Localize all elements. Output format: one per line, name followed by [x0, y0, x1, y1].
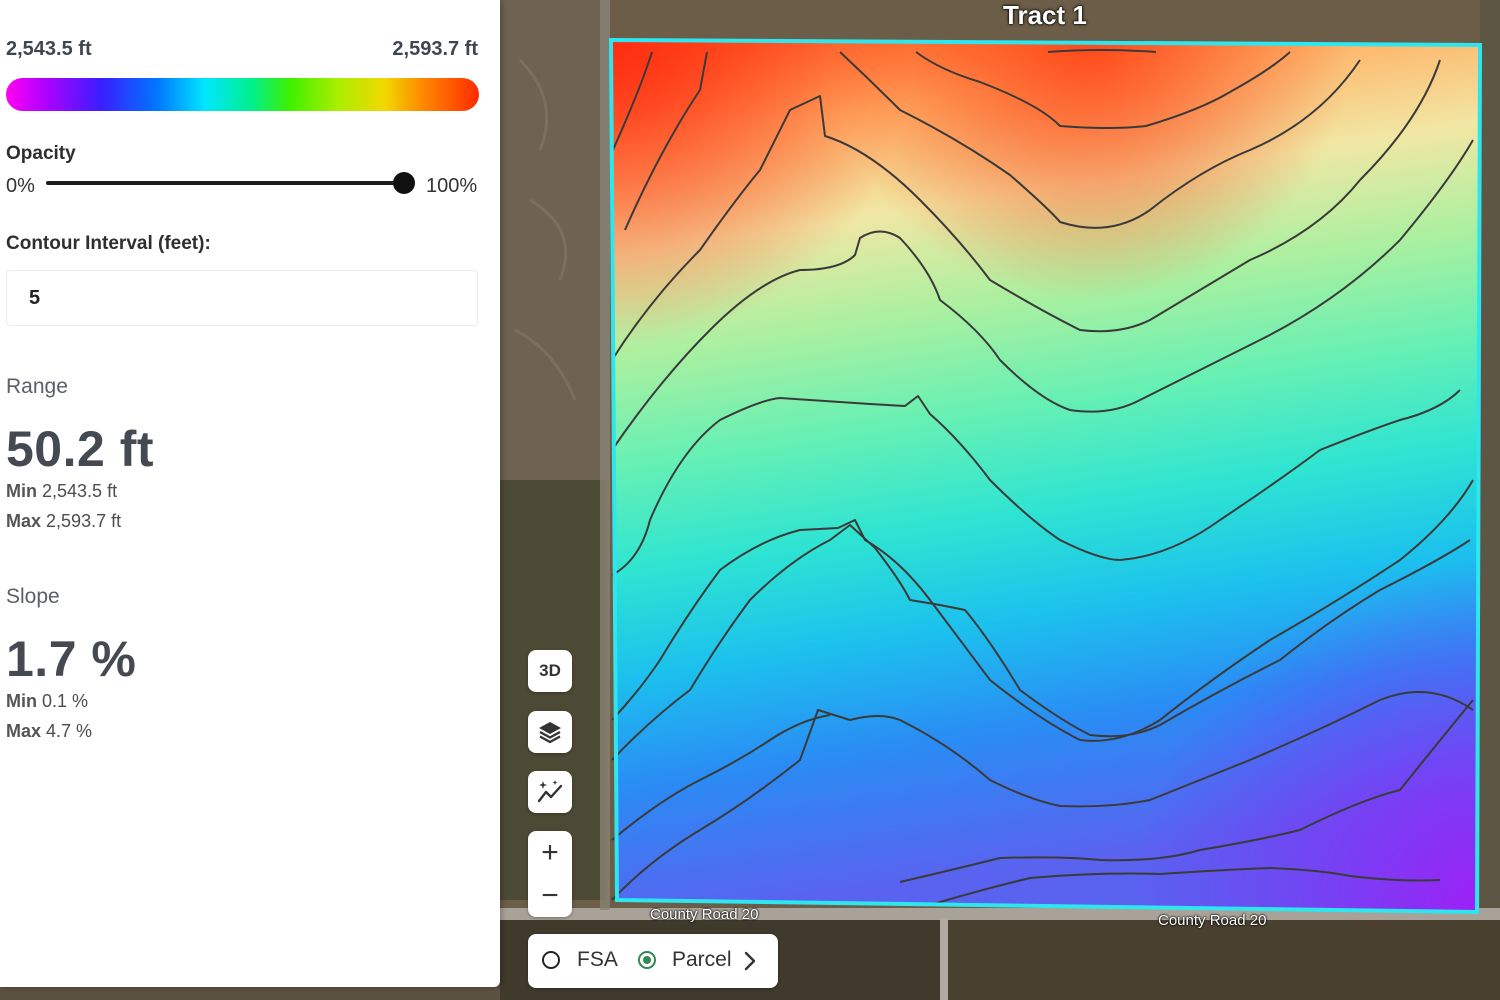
range-max: Max 2,593.7 ft	[6, 511, 121, 532]
analyze-button[interactable]	[528, 771, 572, 813]
layers-icon	[539, 722, 561, 744]
opacity-min-label: 0%	[6, 175, 35, 197]
road-label-left: County Road 20	[650, 906, 759, 923]
elevation-color-scale	[6, 78, 479, 111]
field-west-upper	[500, 0, 610, 480]
field-south-east	[948, 920, 1500, 1000]
zoom-out-button[interactable]: −	[528, 874, 572, 917]
field-east-strip	[1480, 0, 1500, 920]
sparkle-line-chart-icon	[537, 780, 563, 803]
field-road-south	[940, 918, 948, 1000]
slope-max-value: 4.7 %	[46, 721, 93, 741]
opacity-slider-handle[interactable]	[393, 172, 415, 194]
range-min-key: Min	[6, 481, 37, 501]
tract-label: Tract 1	[1003, 0, 1087, 30]
contour-interval-input[interactable]	[6, 270, 478, 326]
opacity-slider-track[interactable]	[46, 181, 404, 185]
range-title: Range	[6, 375, 68, 398]
range-min-value: 2,543.5 ft	[42, 481, 118, 501]
range-max-key: Max	[6, 511, 42, 531]
slope-min-key: Min	[6, 691, 37, 711]
legend-min-label: 2,543.5 ft	[6, 38, 92, 60]
legend-max-label: 2,593.7 ft	[392, 38, 478, 60]
boundary-source-toggle: FSA Parcel	[528, 934, 778, 988]
toggle-3d-button[interactable]: 3D	[528, 650, 572, 692]
opacity-max-label: 100%	[426, 175, 478, 197]
zoom-controls: + −	[528, 831, 572, 917]
slope-title: Slope	[6, 585, 60, 608]
range-min: Min 2,543.5 ft	[6, 481, 117, 502]
contour-interval-label: Contour Interval (feet):	[6, 233, 211, 254]
parcel-option-label[interactable]: Parcel	[672, 948, 732, 972]
range-value: 50.2 ft	[6, 421, 155, 477]
slope-min: Min 0.1 %	[6, 691, 88, 712]
layers-button[interactable]	[528, 711, 572, 753]
elevation-panel: 2,543.5 ft 2,593.7 ft Opacity 0% 100% Co…	[0, 0, 500, 987]
fsa-option-label[interactable]: FSA	[577, 948, 618, 972]
fsa-radio[interactable]	[542, 951, 560, 969]
field-road-west	[600, 0, 610, 910]
slope-max-key: Max	[6, 721, 42, 741]
map-canvas	[500, 0, 1500, 1000]
elevation-overlay	[611, 40, 1480, 912]
slope-min-value: 0.1 %	[42, 691, 89, 711]
range-max-value: 2,593.7 ft	[46, 511, 122, 531]
opacity-label: Opacity	[6, 143, 76, 164]
chevron-right-icon[interactable]	[742, 949, 758, 973]
satellite-map[interactable]	[500, 0, 1500, 1000]
zoom-in-button[interactable]: +	[528, 831, 572, 874]
parcel-radio[interactable]	[638, 951, 656, 969]
slope-value: 1.7 %	[6, 631, 137, 687]
road-label-right: County Road 20	[1158, 912, 1267, 929]
slope-max: Max 4.7 %	[6, 721, 92, 742]
